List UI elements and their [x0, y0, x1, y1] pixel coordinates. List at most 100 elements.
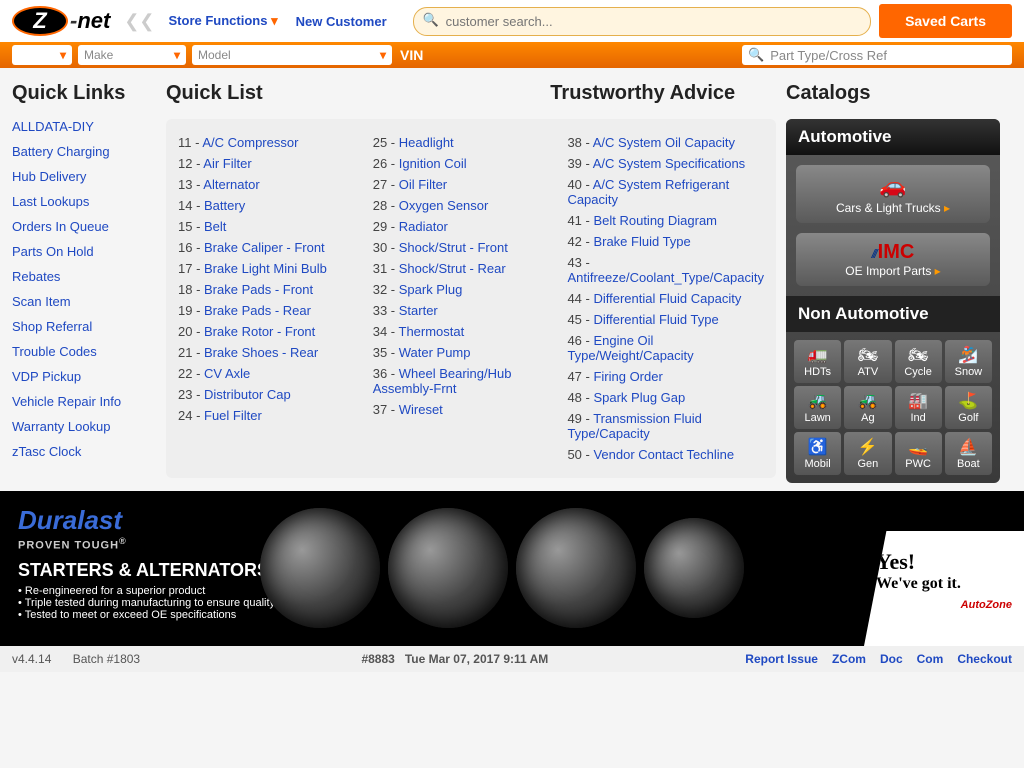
- list-link[interactable]: Battery: [204, 198, 245, 213]
- list-link[interactable]: Wireset: [399, 402, 443, 417]
- catalog-cell-boat[interactable]: ⛵Boat: [945, 432, 992, 475]
- catalog-icon: 🚜: [846, 391, 889, 411]
- catalog-cell-snow[interactable]: 🏂Snow: [945, 340, 992, 383]
- logo: Z-net: [12, 6, 110, 36]
- list-link[interactable]: A/C Compressor: [202, 135, 298, 150]
- quick-link[interactable]: Last Lookups: [12, 194, 156, 209]
- list-link[interactable]: Oil Filter: [399, 177, 447, 192]
- list-item: 32 - Spark Plug: [373, 282, 560, 297]
- list-item: 11 - A/C Compressor: [178, 135, 365, 150]
- session-label: #8883: [361, 652, 394, 666]
- catalog-cell-lawn[interactable]: 🚜Lawn: [794, 386, 841, 429]
- list-item: 19 - Brake Pads - Rear: [178, 303, 365, 318]
- list-link[interactable]: Starter: [399, 303, 438, 318]
- list-link[interactable]: Vendor Contact Techline: [593, 447, 734, 462]
- list-link[interactable]: Belt: [204, 219, 226, 234]
- catalog-cell-gen[interactable]: ⚡Gen: [844, 432, 891, 475]
- quick-link[interactable]: VDP Pickup: [12, 369, 156, 384]
- back-icon[interactable]: ❮❮: [124, 11, 154, 32]
- footer-link-com[interactable]: Com: [917, 652, 944, 666]
- catalog-cell-mobil[interactable]: ♿Mobil: [794, 432, 841, 475]
- list-item: 35 - Water Pump: [373, 345, 560, 360]
- quick-link[interactable]: Parts On Hold: [12, 244, 156, 259]
- list-item: 18 - Brake Pads - Front: [178, 282, 365, 297]
- list-link[interactable]: Radiator: [399, 219, 448, 234]
- new-customer-link[interactable]: New Customer: [296, 14, 387, 29]
- list-link[interactable]: Shock/Strut - Front: [399, 240, 508, 255]
- quick-link[interactable]: Battery Charging: [12, 144, 156, 159]
- list-link[interactable]: Firing Order: [593, 369, 662, 384]
- list-link[interactable]: Antifreeze/Coolant_Type/Capacity: [567, 270, 764, 285]
- quick-link[interactable]: Hub Delivery: [12, 169, 156, 184]
- catalog-cell-hdts[interactable]: 🚛HDTs: [794, 340, 841, 383]
- footer-link-doc[interactable]: Doc: [880, 652, 903, 666]
- top-header: Z-net ❮❮ Store Functions ▾ New Customer …: [0, 0, 1024, 42]
- saved-carts-button[interactable]: Saved Carts: [879, 4, 1012, 38]
- make-select[interactable]: Make▾: [78, 45, 186, 65]
- list-link[interactable]: Spark Plug Gap: [593, 390, 685, 405]
- list-link[interactable]: Transmission Fluid Type/Capacity: [567, 411, 701, 441]
- catalog-cell-atv[interactable]: 🏍ATV: [844, 340, 891, 383]
- catalog-cell-golf[interactable]: ⛳Golf: [945, 386, 992, 429]
- catalog-icon: ⛵: [947, 437, 990, 457]
- list-item: 34 - Thermostat: [373, 324, 560, 339]
- list-link[interactable]: Air Filter: [203, 156, 251, 171]
- list-link[interactable]: CV Axle: [204, 366, 250, 381]
- list-link[interactable]: Shock/Strut - Rear: [399, 261, 506, 276]
- list-link[interactable]: A/C System Oil Capacity: [593, 135, 735, 150]
- list-link[interactable]: Brake Rotor - Front: [204, 324, 315, 339]
- catalog-cell-pwc[interactable]: 🚤PWC: [895, 432, 942, 475]
- catalog-icon: 🏂: [947, 345, 990, 365]
- quick-link[interactable]: Vehicle Repair Info: [12, 394, 156, 409]
- list-link[interactable]: Water Pump: [399, 345, 471, 360]
- list-link[interactable]: Differential Fluid Capacity: [593, 291, 741, 306]
- list-item: 45 - Differential Fluid Type: [567, 312, 764, 327]
- list-item: 49 - Transmission Fluid Type/Capacity: [567, 411, 764, 441]
- cars-trucks-button[interactable]: 🚗 Cars & Light Trucks ▸: [796, 165, 990, 223]
- list-link[interactable]: Distributor Cap: [204, 387, 291, 402]
- catalog-icon: 🚤: [897, 437, 940, 457]
- quick-link[interactable]: Scan Item: [12, 294, 156, 309]
- quick-link[interactable]: Trouble Codes: [12, 344, 156, 359]
- part-type-search[interactable]: 🔍Part Type/Cross Ref: [742, 45, 1012, 65]
- customer-search-input[interactable]: [413, 7, 871, 36]
- list-link[interactable]: Brake Shoes - Rear: [204, 345, 318, 360]
- catalog-cell-cycle[interactable]: 🏍Cycle: [895, 340, 942, 383]
- list-link[interactable]: Wheel Bearing/Hub Assembly-Frnt: [373, 366, 512, 396]
- list-link[interactable]: Spark Plug: [399, 282, 463, 297]
- quick-link[interactable]: Warranty Lookup: [12, 419, 156, 434]
- list-item: 38 - A/C System Oil Capacity: [567, 135, 764, 150]
- list-link[interactable]: Engine Oil Type/Weight/Capacity: [567, 333, 693, 363]
- list-link[interactable]: Brake Light Mini Bulb: [204, 261, 327, 276]
- list-link[interactable]: Brake Fluid Type: [593, 234, 690, 249]
- list-link[interactable]: Brake Caliper - Front: [204, 240, 325, 255]
- quick-link[interactable]: zTasc Clock: [12, 444, 156, 459]
- list-link[interactable]: Brake Pads - Front: [204, 282, 313, 297]
- catalog-cell-ind[interactable]: 🏭Ind: [895, 386, 942, 429]
- quick-links-section: Quick Links ALLDATA-DIYBattery ChargingH…: [12, 82, 156, 483]
- model-select[interactable]: Model▾: [192, 45, 392, 65]
- list-link[interactable]: Differential Fluid Type: [593, 312, 718, 327]
- footer-link-zcom[interactable]: ZCom: [832, 652, 866, 666]
- year-select[interactable]: ▾: [12, 45, 72, 65]
- quick-link[interactable]: Shop Referral: [12, 319, 156, 334]
- list-link[interactable]: Fuel Filter: [204, 408, 262, 423]
- list-link[interactable]: Headlight: [399, 135, 454, 150]
- list-link[interactable]: Oxygen Sensor: [399, 198, 489, 213]
- list-link[interactable]: Ignition Coil: [399, 156, 467, 171]
- oe-import-button[interactable]: ///IMC OE Import Parts ▸: [796, 233, 990, 286]
- list-link[interactable]: Brake Pads - Rear: [204, 303, 311, 318]
- list-link[interactable]: Belt Routing Diagram: [593, 213, 717, 228]
- footer-link-report-issue[interactable]: Report Issue: [745, 652, 818, 666]
- proven-tough-tagline: PROVEN TOUGH®: [18, 536, 275, 552]
- quick-link[interactable]: Orders In Queue: [12, 219, 156, 234]
- list-link[interactable]: Thermostat: [399, 324, 465, 339]
- list-link[interactable]: A/C System Refrigerant Capacity: [567, 177, 729, 207]
- footer-link-checkout[interactable]: Checkout: [957, 652, 1012, 666]
- list-link[interactable]: Alternator: [203, 177, 259, 192]
- catalog-cell-ag[interactable]: 🚜Ag: [844, 386, 891, 429]
- list-link[interactable]: A/C System Specifications: [593, 156, 745, 171]
- quick-link[interactable]: Rebates: [12, 269, 156, 284]
- quick-link[interactable]: ALLDATA-DIY: [12, 119, 156, 134]
- store-functions-link[interactable]: Store Functions ▾: [169, 13, 278, 29]
